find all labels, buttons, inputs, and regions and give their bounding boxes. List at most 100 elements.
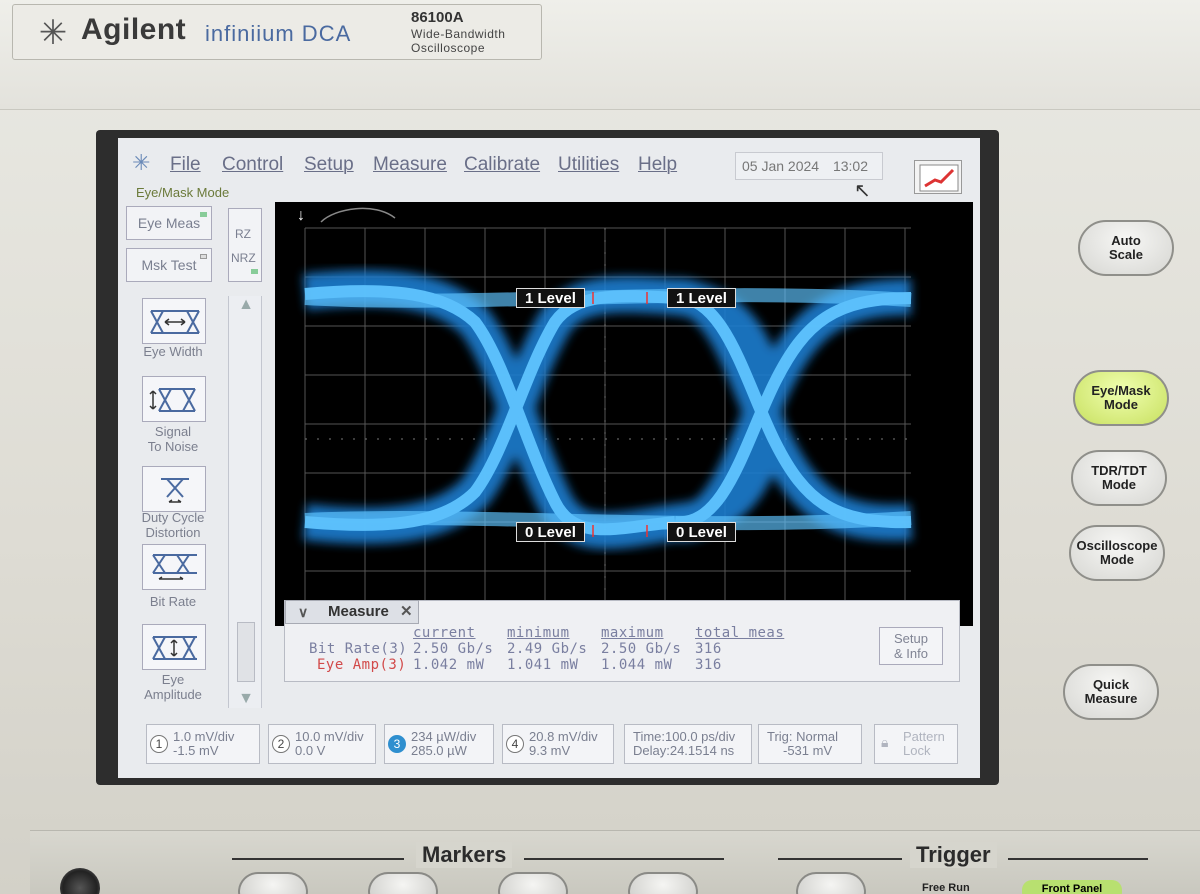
scroll-up-icon[interactable]: ▲ [229,296,263,314]
channel-1-number: 1 [150,735,168,753]
duty-cycle-icon [161,478,189,503]
channel-1-button[interactable]: 1 1.0 mV/div -1.5 mV [146,724,260,764]
eye-width-label: Eye Width [143,344,203,359]
timebase-button[interactable]: Time:100.0 ps/div Delay:24.1514 ns [624,724,752,764]
row-current: 1.042 mW [413,657,485,673]
timebase-delay: Delay:24.1514 ns [633,743,735,758]
mouse-cursor-icon: ↖ [854,180,871,202]
marker-key-2[interactable] [368,872,438,894]
menu-calibrate[interactable]: Calibrate [464,154,540,176]
menu-measure[interactable]: Measure [373,154,447,176]
zero-level-tag-right[interactable]: 0 Level [667,522,736,542]
mask-test-button[interactable]: Msk Test [126,248,212,282]
menu-bar: ✳ File Control Setup Measure Calibrate U… [118,148,980,202]
row-maximum: 2.50 Gb/s [601,641,682,657]
rz-nrz-selector[interactable]: RZ NRZ [228,208,262,282]
eye-amplitude-label: Eye Amplitude [144,672,202,702]
marker-key-1[interactable] [238,872,308,894]
mask-test-led [200,254,207,259]
agilent-spark-icon: ✳ [38,14,68,52]
eye-meas-button[interactable]: Eye Meas [126,206,212,240]
marker-key-4[interactable] [628,872,698,894]
eye-width-icon [150,310,200,334]
channel-1-scale: 1.0 mV/div -1.5 mV [173,729,235,758]
signal-to-noise-button[interactable] [142,376,206,422]
signal-to-noise-label: Signal To Noise [147,424,199,454]
menu-utilities[interactable]: Utilities [558,154,619,176]
pattern-lock-label: Pattern Lock [903,729,945,758]
time-text: 13:02 [832,158,869,174]
menu-setup[interactable]: Setup [304,154,354,176]
channel-3-button[interactable]: 3 234 µW/div 285.0 µW [384,724,494,764]
date-text: 05 Jan 2024 [742,158,820,174]
quick-measure-button[interactable]: Quick Measure [1063,664,1159,720]
measure-results-panel: ∨ Measure ✕ current minimum maximum tota… [284,600,960,682]
col-current: current [413,625,476,641]
waveform-display[interactable]: ↓ ⇅ 1 Level 1 Level 0 Level 0 Level [275,202,973,626]
front-panel-key[interactable]: Front Panel [1022,880,1122,894]
nrz-option[interactable]: NRZ [231,251,256,265]
row-total: 316 [695,657,722,673]
trigger-mode: Trig: Normal [767,729,839,744]
measure-tab-label: Measure [328,603,389,620]
setup-info-button[interactable]: Setup & Info [879,627,943,665]
row-current: 2.50 Gb/s [413,641,494,657]
product-name: infiniium DCA [205,21,352,46]
measure-tab[interactable]: ∨ Measure ✕ [285,600,419,624]
agilent-logo-icon: ✳ [132,150,151,175]
row-minimum: 2.49 Gb/s [507,641,588,657]
trigger-info-button[interactable]: Trig: Normal -531 mV [758,724,862,764]
eye-mask-mode-button[interactable]: Eye/Mask Mode [1073,370,1169,426]
channel-2-scale: 10.0 mV/div 0.0 V [295,729,364,758]
tdr-tdt-mode-button[interactable]: TDR/TDT Mode [1071,450,1167,506]
duty-cycle-distortion-button[interactable] [142,466,206,512]
brand-plate: ✳ Agilent infiniium DCA 86100A Wide-Band… [12,4,542,60]
markers-section-label: Markers [416,842,513,868]
bit-rate-icon [152,554,197,580]
mask-test-label: Msk Test [141,257,197,273]
row-total: 316 [695,641,722,657]
marker-key-3[interactable] [498,872,568,894]
scroll-thumb[interactable] [237,622,255,682]
mode-label: Eye/Mask Mode [136,185,230,200]
row-minimum: 1.041 mW [507,657,579,673]
close-icon[interactable]: ✕ [400,601,413,623]
rz-option[interactable]: RZ [235,227,251,241]
menu-file[interactable]: File [170,154,201,176]
measurement-scrollbar[interactable]: ▲ ▼ [228,296,262,708]
trigger-level: -531 mV [783,743,833,758]
eye-width-button[interactable] [142,298,206,344]
free-run-label: Free Run [922,882,970,894]
minimize-display-button[interactable] [914,160,962,194]
model-description: Wide-Bandwidth Oscilloscope [411,27,506,55]
timebase-scale: Time:100.0 ps/div [633,729,736,744]
trigger-source-key[interactable] [796,872,866,894]
eye-amplitude-button[interactable] [142,624,206,670]
auto-scale-button[interactable]: Auto Scale [1078,220,1174,276]
trigger-arrow-icon: ↓ [297,207,305,224]
bit-rate-label: Bit Rate [149,594,197,609]
eye-amplitude-icon [152,636,197,660]
signal-to-noise-icon [149,388,196,412]
one-level-tag-right[interactable]: 1 Level [667,288,736,308]
eye-meas-label: Eye Meas [137,215,201,231]
one-level-tag-left[interactable]: 1 Level [516,288,585,308]
row-maximum: 1.044 mW [601,657,673,673]
zero-level-tag-left[interactable]: 0 Level [516,522,585,542]
menu-control[interactable]: Control [222,154,283,176]
channel-2-button[interactable]: 2 10.0 mV/div 0.0 V [268,724,376,764]
eye-diagram-graph: ↓ ⇅ [297,207,916,622]
scroll-down-icon[interactable]: ▼ [229,690,263,708]
brand-name: Agilent [81,13,187,46]
bit-rate-button[interactable] [142,544,206,590]
chevron-down-icon[interactable]: ∨ [298,601,308,623]
menu-help[interactable]: Help [638,154,677,176]
duty-cycle-distortion-label: Duty Cycle Distortion [141,510,205,540]
nrz-led [251,269,258,274]
row-name: Eye Amp(3) [317,657,407,673]
pattern-lock-button[interactable]: 🔒︎ Pattern Lock [874,724,958,764]
col-maximum: maximum [601,625,664,641]
channel-4-number: 4 [506,735,524,753]
oscilloscope-mode-button[interactable]: Oscilloscope Mode [1069,525,1165,581]
channel-4-button[interactable]: 4 20.8 mV/div 9.3 mV [502,724,614,764]
